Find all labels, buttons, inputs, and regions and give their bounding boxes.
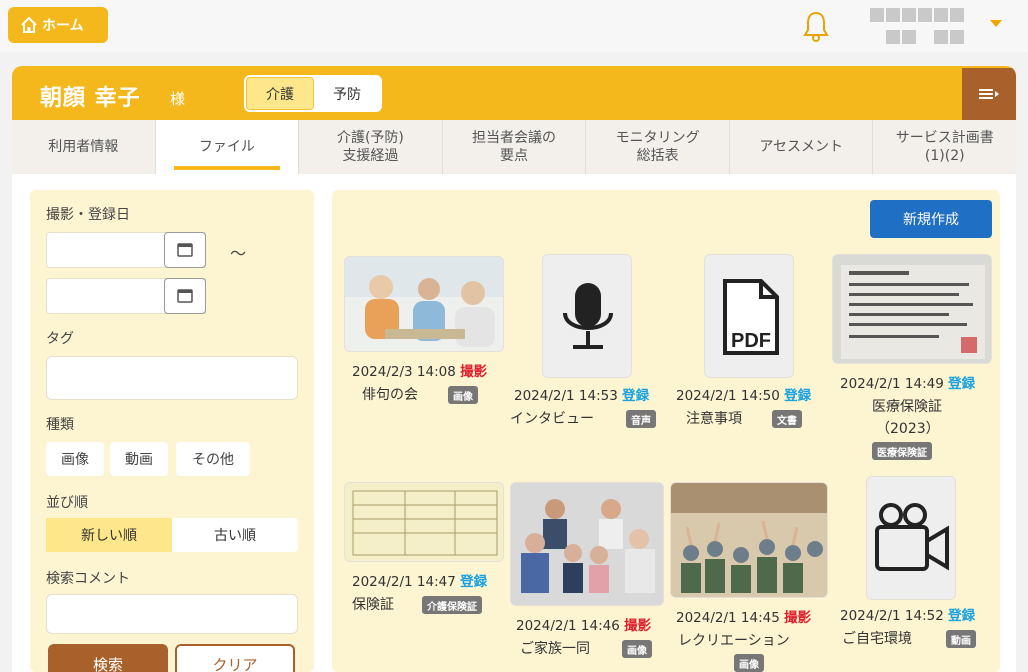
file-date: 2024/2/1 14:45 撮影	[676, 610, 812, 626]
sort-oldest[interactable]: 古い順	[172, 518, 298, 552]
client-honorific: 様	[170, 90, 186, 108]
tab-label: 利用者情報	[48, 139, 119, 155]
pdf-icon: PDF	[723, 279, 779, 355]
search-button[interactable]: 検索	[48, 644, 168, 672]
file-tag-badge: 画像	[448, 386, 478, 404]
date-from-picker[interactable]	[164, 232, 206, 268]
file-tag-badge: 医療保険証	[872, 442, 932, 460]
tab-label: ファイル	[198, 139, 255, 155]
file-date: 2024/2/1 14:50 登録	[676, 388, 812, 404]
file-thumbnail[interactable]: PDF	[704, 254, 794, 378]
svg-text:PDF: PDF	[731, 330, 771, 352]
microphone-icon	[563, 283, 613, 349]
tab-files[interactable]: ファイル	[155, 120, 300, 174]
file-title: ご自宅環境	[842, 631, 912, 647]
file-title: レクリエーション	[678, 633, 790, 649]
filter-sidebar: 撮影・登録日 ～ タグ 種類 画像 動画 その他 並び順 新しい順 古い順 検索…	[30, 190, 314, 672]
range-separator: ～	[230, 244, 247, 263]
file-date: 2024/2/1 14:46 撮影	[516, 618, 652, 634]
type-image-chip[interactable]: 画像	[46, 442, 104, 476]
tab-bar: 利用者情報 ファイル 介護(予防) 支援経過 担当者会議の 要点 モニタリング 総括表…	[12, 120, 1016, 174]
file-title: ご家族一同	[520, 641, 590, 657]
photo-family	[511, 483, 663, 605]
tab-label: モニタリング 総括表	[615, 130, 700, 164]
file-thumbnail[interactable]	[542, 254, 632, 378]
photo-recreation	[671, 483, 827, 597]
comment-input[interactable]	[46, 594, 298, 634]
file-tag-badge: 音声	[626, 410, 656, 428]
file-tag-badge: 介護保険証	[422, 596, 482, 614]
file-thumbnail[interactable]	[344, 482, 504, 562]
bell-icon[interactable]	[803, 10, 829, 42]
file-date: 2024/2/1 14:52 登録	[840, 608, 976, 624]
file-thumbnail[interactable]	[344, 256, 504, 352]
clear-button[interactable]: クリア	[175, 644, 295, 672]
file-tag-badge: 画像	[622, 640, 652, 658]
video-camera-icon	[875, 503, 949, 571]
type-other-chip[interactable]: その他	[176, 442, 250, 476]
type-label: 種類	[46, 417, 74, 433]
home-label: ホーム	[42, 18, 84, 34]
file-thumbnail[interactable]	[866, 476, 956, 600]
tab-monitoring[interactable]: モニタリング 総括表	[586, 120, 730, 174]
tag-input[interactable]	[46, 356, 298, 400]
tab-user-info[interactable]: 利用者情報	[12, 120, 156, 174]
calendar-icon	[177, 289, 193, 303]
doc-yellow	[345, 483, 503, 561]
sort-toggle: 新しい順 古い順	[46, 518, 298, 552]
client-header: 朝顔 幸子 様 介護 予防	[12, 66, 1016, 120]
file-tag-badge: 動画	[946, 630, 976, 648]
client-name: 朝顔 幸子	[40, 86, 141, 111]
doc-card	[833, 255, 991, 363]
user-name-blurred[interactable]	[870, 8, 970, 48]
tab-meeting-points[interactable]: 担当者会議の 要点	[443, 120, 587, 174]
comment-label: 検索コメント	[46, 571, 130, 587]
tab-label: サービス計画書 (1)(2)	[895, 130, 994, 164]
mode-prevention[interactable]: 予防	[314, 77, 380, 110]
sort-newest[interactable]: 新しい順	[46, 518, 172, 552]
tab-assessment[interactable]: アセスメント	[730, 120, 874, 174]
tag-label: タグ	[46, 331, 74, 347]
menu-icon	[979, 89, 999, 99]
file-date: 2024/2/1 14:53 登録	[514, 388, 650, 404]
photo-seniors	[345, 257, 503, 351]
top-bar: ホーム	[0, 0, 1028, 52]
type-video-chip[interactable]: 動画	[110, 442, 168, 476]
tab-label: 介護(予防) 支援経過	[336, 130, 404, 164]
date-label: 撮影・登録日	[46, 207, 130, 223]
tab-label: 担当者会議の 要点	[472, 130, 557, 164]
file-grid: 新規作成 2024/2/3 14:08 撮影 俳句の会 画像 2024/2/1 …	[332, 190, 1000, 672]
file-title: 医療保険証	[872, 399, 942, 415]
sort-label: 並び順	[46, 495, 88, 511]
client-panel: 朝顔 幸子 様 介護 予防 利用者情報 ファイル 介護(予防) 支援経過 担当者会…	[12, 66, 1016, 672]
new-file-button[interactable]: 新規作成	[870, 200, 992, 238]
file-date: 2024/2/1 14:49 登録	[840, 376, 976, 392]
mode-care[interactable]: 介護	[246, 77, 314, 110]
file-thumbnail[interactable]	[510, 482, 664, 606]
tab-service-plan[interactable]: サービス計画書 (1)(2)	[873, 120, 1016, 174]
file-title: インタビュー	[510, 411, 594, 427]
file-thumbnail[interactable]	[670, 482, 828, 598]
file-date: 2024/2/1 14:47 登録	[352, 574, 488, 590]
home-button[interactable]: ホーム	[8, 7, 108, 43]
file-tag-badge: 文書	[772, 410, 802, 428]
date-to-picker[interactable]	[164, 278, 206, 314]
file-tag-badge: 画像	[734, 654, 764, 672]
file-title: 俳句の会	[362, 387, 418, 403]
calendar-icon	[177, 243, 193, 257]
file-title: 注意事項	[686, 411, 742, 427]
chevron-down-icon[interactable]	[990, 20, 1002, 27]
file-title: 保険証	[352, 597, 394, 613]
file-thumbnail[interactable]	[832, 254, 992, 364]
tab-label: アセスメント	[759, 139, 844, 155]
care-mode-toggle: 介護 予防	[244, 75, 382, 112]
file-date: 2024/2/3 14:08 撮影	[352, 364, 488, 380]
file-title-line2: （2023）	[876, 421, 940, 437]
home-icon	[21, 16, 37, 33]
tab-support-progress[interactable]: 介護(予防) 支援経過	[299, 120, 443, 174]
menu-button[interactable]	[962, 68, 1016, 120]
